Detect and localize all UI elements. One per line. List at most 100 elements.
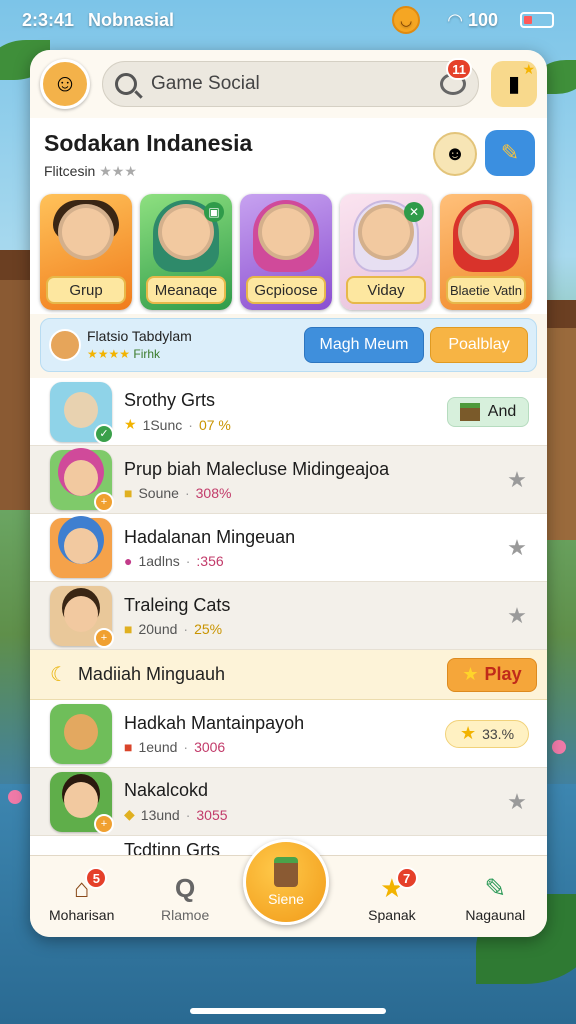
status-badge: +	[94, 813, 114, 834]
list-item[interactable]: Hadalanan Mingeuan ● 1adlns · :356 ★	[30, 514, 547, 582]
app-panel: ☺ Game Social 11 ▮ ★ Sodakan Indanesia F…	[30, 50, 547, 937]
rating-stars-icon: ★★★★	[87, 347, 131, 361]
character-face	[64, 781, 98, 818]
search-icon	[115, 73, 137, 95]
card-label: Gcpioose	[246, 276, 326, 304]
home-indicator[interactable]	[190, 1008, 386, 1014]
nav-label: Nagaunal	[465, 907, 526, 923]
row-meta-text: 20und	[138, 620, 178, 637]
brush-button[interactable]: ✎	[485, 130, 535, 176]
game-icon	[50, 703, 112, 764]
star-icon: ★	[522, 61, 535, 77]
character-face	[458, 204, 514, 260]
row-title: Hadkah Mantainpayoh	[124, 712, 305, 733]
card-label: Grup	[46, 276, 126, 304]
card-label: Meanaqe	[146, 276, 226, 304]
favorite-star-icon[interactable]: ★	[497, 789, 537, 815]
notification-badge: 5	[85, 867, 108, 889]
row-main: Srothy Grts ★ 1Sunc · 07 %	[124, 390, 447, 433]
notification-badge: 7	[395, 867, 418, 889]
cube-icon: ■	[124, 620, 133, 637]
flag-icon: ▣	[204, 202, 224, 222]
banana-icon: ☾	[50, 664, 68, 686]
row-main: Prup biah Malecluse Midingeajoa ■ Soune …	[124, 459, 497, 501]
status-carrier: Nobnasial	[88, 9, 175, 30]
status-badge: +	[94, 491, 114, 512]
list-item[interactable]: + Traleing Cats ■ 20und · 25% ★	[30, 582, 547, 650]
row-main: Hadkah Mantainpayoh ■ 1eund · 3006	[124, 713, 445, 755]
separator: ·	[183, 620, 189, 637]
row-meta-text: 13und	[140, 806, 180, 823]
status-bar: 2:3:41 Nobnasial ◡ ◠ 100	[0, 0, 576, 40]
character-cards: Grup ▣ Meanaqe Gcpioose ✕ Viday Blaetie …	[30, 190, 547, 314]
favorite-star-icon[interactable]: ★	[497, 603, 537, 629]
game-icon: ✓	[50, 381, 114, 444]
group-banner: Flatsio Tabdylam ★★★★ Firhk Magh Meum Po…	[40, 318, 537, 372]
cube-icon: ■	[124, 484, 133, 501]
nav-item-moharisan[interactable]: 5 ⌂ Moharisan	[30, 867, 133, 937]
list-item[interactable]: + Prup biah Malecluse Midingeajoa ■ Soun…	[30, 446, 547, 514]
center-action-button[interactable]: Siene	[243, 839, 329, 925]
row-percent: 3055	[196, 806, 228, 823]
jar-icon	[274, 857, 298, 887]
row-meta-text: 1Sunc	[142, 416, 183, 433]
status-signal: 100	[467, 9, 498, 30]
rating-stars-icon: ★★★	[99, 163, 137, 179]
game-icon: +	[50, 585, 114, 648]
rating-pill[interactable]: ★ 33.%	[445, 719, 529, 748]
search-bar[interactable]: Game Social 11	[102, 58, 479, 107]
promo-row: ☾ Madiiah Minguauh ★ Play	[30, 650, 547, 700]
bottom-nav: 5 ⌂ Moharisan Q Rlamoe 7 ★ Spanak ✎ Naga…	[30, 839, 547, 937]
search-input[interactable]: Game Social	[151, 73, 440, 95]
nav-item-spanak[interactable]: 7 ★ Spanak	[340, 867, 443, 937]
row-percent: 25%	[194, 620, 223, 637]
poalblay-button[interactable]: Poalblay	[430, 327, 528, 363]
nav-item-spacer	[237, 923, 340, 937]
nav-label: Rlamoe	[160, 907, 210, 923]
battery-icon	[520, 12, 554, 28]
character-face	[64, 459, 98, 496]
nav-item-nagaunal[interactable]: ✎ Nagaunal	[444, 873, 547, 937]
game-list: ✓ Srothy Grts ★ 1Sunc · 07 % And + Prup …	[30, 378, 547, 858]
promo-text: Madiiah Minguauh	[77, 664, 226, 684]
list-item[interactable]: + Nakalcokd ◆ 13und · 3055 ★	[30, 768, 547, 836]
row-meta: ■ Soune · 308%	[124, 485, 497, 501]
notification-badge: 11	[446, 58, 472, 80]
character-card[interactable]: Grup	[40, 194, 132, 310]
nav-item-rlamoe[interactable]: Q Rlamoe	[133, 873, 236, 937]
star-icon: ★	[124, 416, 137, 432]
shop-button[interactable]: ▮ ★	[491, 61, 537, 107]
character-card[interactable]: Blaetie Vatln	[440, 194, 532, 310]
add-button[interactable]: And	[447, 396, 529, 427]
row-meta-text: 1adlns	[138, 552, 180, 569]
mascot-button[interactable]: ☻	[433, 132, 477, 176]
character-card[interactable]: ▣ Meanaqe	[140, 194, 232, 310]
rating-pill-text: 33.%	[482, 725, 515, 742]
row-meta-text: 1eund	[138, 738, 178, 755]
bag-icon: ▮	[507, 71, 521, 96]
list-item[interactable]: ✓ Srothy Grts ★ 1Sunc · 07 % And	[30, 378, 547, 446]
separator: ·	[185, 552, 191, 569]
avatar[interactable]: ☺	[40, 59, 90, 109]
play-button[interactable]: ★ Play	[447, 657, 537, 692]
star-icon: ★	[462, 664, 479, 684]
gem-icon: ◆	[124, 806, 135, 822]
character-card[interactable]: Gcpioose	[240, 194, 332, 310]
separator: ·	[183, 738, 189, 755]
add-button-label: And	[487, 402, 517, 420]
banner-text: Flatsio Tabdylam ★★★★ Firhk	[87, 327, 304, 363]
row-percent: 308%	[195, 484, 232, 501]
favorite-star-icon[interactable]: ★	[497, 535, 537, 561]
close-icon: ✕	[404, 202, 424, 222]
character-card[interactable]: ✕ Viday	[340, 194, 432, 310]
banner-subtitle: ★★★★ Firhk	[87, 345, 304, 363]
favorite-star-icon[interactable]: ★	[497, 467, 537, 493]
separator: ·	[188, 416, 193, 433]
magh-meum-button[interactable]: Magh Meum	[304, 327, 424, 363]
tools-icon: ✎	[484, 872, 507, 903]
row-title: Nakalcokd	[124, 780, 209, 800]
list-item[interactable]: Hadkah Mantainpayoh ■ 1eund · 3006 ★ 33.…	[30, 700, 547, 768]
gender-icon: ●	[124, 552, 133, 569]
row-title: Hadalanan Mingeuan	[124, 526, 296, 547]
star-icon: ★	[459, 723, 477, 743]
